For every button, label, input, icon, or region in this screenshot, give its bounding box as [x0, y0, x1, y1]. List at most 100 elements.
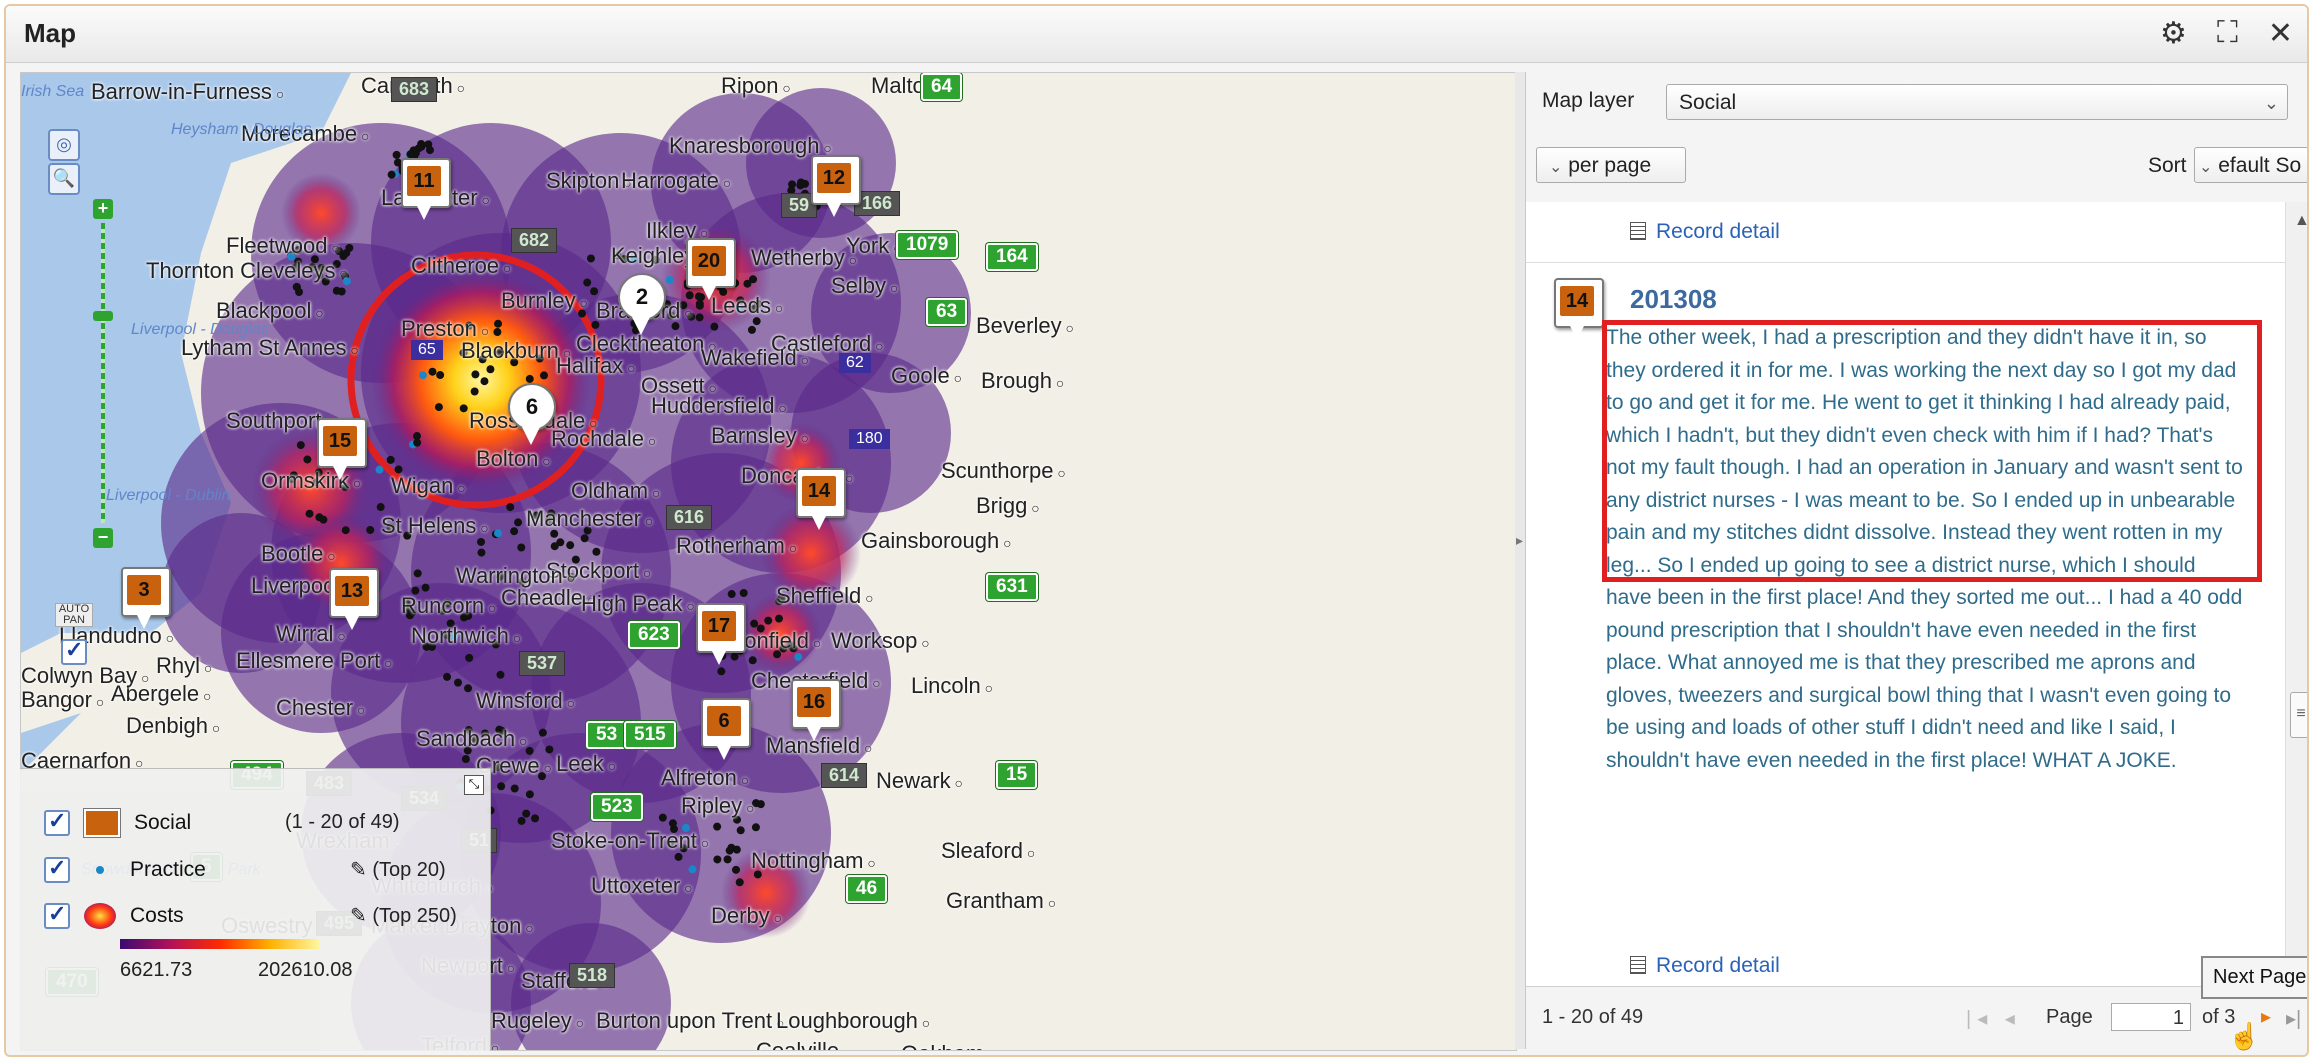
marker-number: 2 — [635, 284, 649, 309]
place-label: Sleaford ○ — [941, 838, 1036, 863]
zoom-in-button[interactable]: + — [93, 199, 113, 219]
practice-dot — [510, 784, 519, 793]
practice-dot-icon — [84, 858, 116, 882]
legend-aux-costs: ✎ (Top 250) — [350, 903, 457, 928]
gradient-min-value: 6621.73 — [120, 959, 193, 981]
road-shield-green: 1079 — [896, 231, 959, 259]
place-label: Coalville ○ — [756, 1038, 852, 1051]
practice-dot — [436, 371, 445, 380]
practice-dot — [517, 816, 526, 825]
place-label: Loughborough ○ — [776, 1008, 931, 1033]
social-marker[interactable]: 6 — [701, 698, 751, 762]
social-marker[interactable]: 14 — [796, 468, 846, 532]
pencil-icon[interactable]: ✎ — [350, 905, 367, 927]
practice-dot — [375, 465, 384, 474]
marker-number: 15 — [323, 426, 357, 456]
place-label: Brigg ○ — [976, 493, 1040, 518]
scroll-up-icon[interactable]: ▲ — [2294, 212, 2307, 230]
zoom-slider[interactable] — [101, 223, 105, 523]
social-marker[interactable]: 13 — [329, 568, 379, 632]
road-shield-green: 63 — [926, 298, 968, 326]
road-shield-dark: 518 — [569, 963, 616, 988]
layer-toolbar: Map layer Social ⌄ — [1526, 72, 2307, 133]
place-label: Rugeley ○ — [491, 1008, 585, 1033]
practice-dot — [392, 150, 401, 159]
place-label: Beverley ○ — [976, 313, 1074, 338]
social-marker[interactable]: 6 — [508, 383, 556, 447]
place-label: Northwich ○ — [411, 623, 522, 648]
road-shield-dark: 683 — [391, 77, 438, 102]
gear-icon[interactable]: ⚙ — [2160, 16, 2187, 51]
place-label: Lincoln ○ — [911, 673, 994, 698]
page-number-input[interactable]: 1 — [2111, 1003, 2191, 1031]
place-label: Barrow-in-Furness ○ — [91, 79, 285, 104]
practice-dot — [751, 823, 760, 832]
expand-icon[interactable]: ⛶ — [2217, 16, 2238, 51]
practice-dot — [723, 855, 732, 864]
practice-dot — [413, 438, 422, 447]
costs-checkbox[interactable] — [44, 901, 70, 929]
practice-dot — [747, 325, 756, 334]
list-scrollbar[interactable]: ▲ ≡ — [2285, 202, 2307, 987]
social-marker[interactable]: 12 — [811, 155, 861, 219]
practice-checkbox[interactable] — [44, 855, 70, 883]
road-shield-blue: 62 — [839, 353, 871, 373]
record-range: 1 - 20 of 49 — [1542, 1006, 1644, 1028]
social-marker[interactable]: 3 — [121, 567, 171, 631]
auto-pan-checkbox[interactable] — [61, 637, 87, 665]
road-shield-green: 164 — [986, 243, 1038, 271]
practice-dot — [538, 728, 547, 737]
next-page-icon[interactable]: ▸ — [2261, 1004, 2271, 1029]
social-marker[interactable]: 15 — [317, 418, 367, 482]
record-detail-link-prev[interactable]: Record detail — [1630, 220, 1780, 244]
place-label: Grantham ○ — [946, 888, 1057, 913]
social-marker[interactable]: 2 — [618, 273, 666, 337]
place-label: Scunthorpe ○ — [941, 458, 1066, 483]
road-shield-dark: 614 — [821, 763, 868, 788]
panel-splitter[interactable]: ▸ — [1515, 72, 1525, 1049]
per-page-select[interactable]: ⌄ per page — [1536, 147, 1686, 183]
place-label: Denbigh ○ — [126, 713, 221, 738]
sort-select[interactable]: ⌄ efault So — [2194, 147, 2307, 183]
first-prev-page-icons[interactable]: |◂ ◂ — [1966, 1006, 2021, 1031]
record-detail-label: Record detail — [1656, 954, 1780, 977]
record-detail-link[interactable]: Record detail — [1630, 954, 1780, 978]
place-label: Newark ○ — [876, 768, 963, 793]
last-page-icon[interactable]: ▸| — [2286, 1006, 2301, 1031]
magnifier-icon[interactable]: 🔍 — [48, 163, 80, 195]
place-label: Huddersfield ○ — [651, 393, 787, 418]
practice-dot — [413, 569, 422, 578]
place-label: Derby ○ — [711, 903, 783, 928]
place-label: Goole ○ — [891, 363, 963, 388]
collapse-icon[interactable]: ⤡ — [464, 775, 484, 795]
practice-dot — [736, 826, 745, 835]
entry-title[interactable]: 201308 — [1630, 284, 1717, 315]
social-marker[interactable]: 11 — [401, 158, 451, 222]
social-marker[interactable]: 20 — [686, 238, 736, 302]
marker-number: 6 — [525, 394, 539, 419]
social-checkbox[interactable] — [44, 808, 70, 836]
place-label: Ripon ○ — [721, 73, 791, 98]
place-label: Oakham ○ — [901, 1041, 997, 1050]
map-window: Map ⚙ ⛶ ✕ Barrow-in-Furness ○ ○ Morecamb… — [4, 4, 2309, 1057]
practice-dot — [477, 537, 486, 546]
reset-icon[interactable]: ◎ — [48, 129, 80, 161]
map-layer-select[interactable]: Social ⌄ — [1666, 84, 2288, 120]
social-marker[interactable]: 17 — [696, 603, 746, 667]
place-label: Burnley ○ — [501, 288, 588, 313]
pencil-icon[interactable]: ✎ — [350, 859, 367, 881]
place-label: Knaresborough ○ — [669, 133, 832, 158]
page-label: Page — [2046, 1006, 2093, 1028]
zoom-out-button[interactable]: − — [93, 528, 113, 548]
auto-pan-toggle[interactable]: AUTO PAN — [55, 603, 93, 627]
close-icon[interactable]: ✕ — [2268, 16, 2293, 51]
cost-gradient-bar — [120, 939, 320, 949]
practice-dot — [305, 509, 314, 518]
road-shield-green: 515 — [624, 721, 676, 749]
social-marker[interactable]: 16 — [791, 679, 841, 743]
practice-dot — [506, 503, 515, 512]
chevron-down-icon: ⌄ — [2199, 159, 2213, 176]
scroll-thumb[interactable]: ≡ — [2290, 692, 2307, 738]
zoom-handle[interactable] — [93, 311, 113, 321]
marker-number: 13 — [335, 576, 369, 606]
